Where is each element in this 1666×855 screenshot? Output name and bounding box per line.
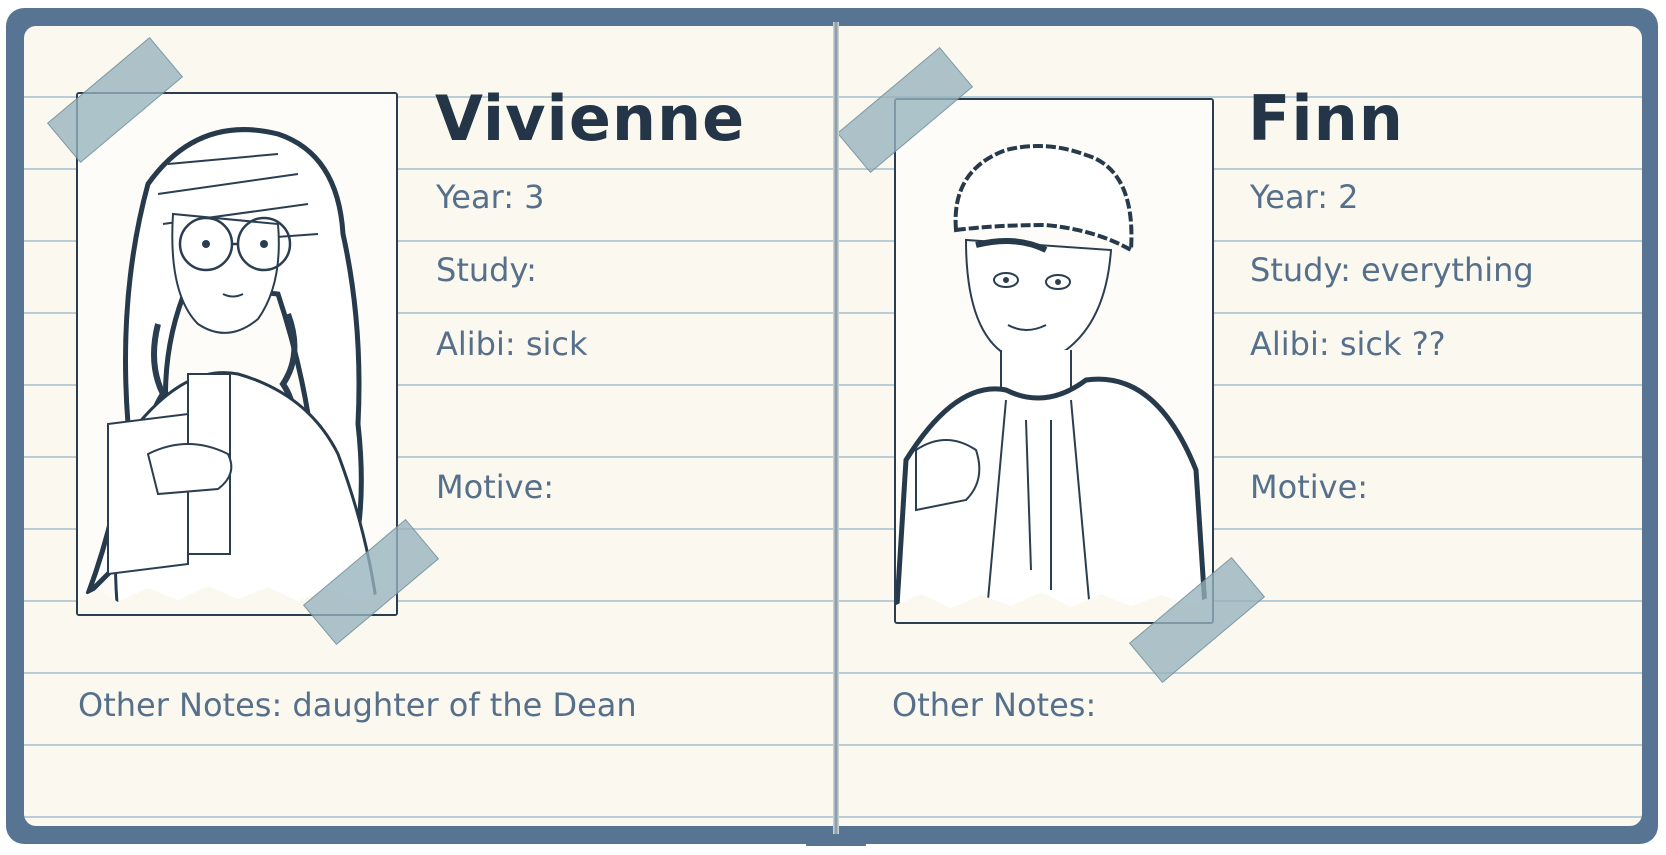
finn-name: Finn <box>1248 82 1404 155</box>
finn-study: Study: everything <box>1250 251 1534 289</box>
finn-year: Year: 2 <box>1250 178 1359 216</box>
finn-other-notes: Other Notes: <box>892 686 1097 724</box>
vivienne-motive: Motive: <box>436 468 555 506</box>
finn-alibi: Alibi: sick ?? <box>1250 325 1446 363</box>
vivienne-portrait[interactable] <box>76 92 398 616</box>
notebook-spine <box>833 22 839 834</box>
vivienne-year: Year: 3 <box>436 178 545 216</box>
finn-motive: Motive: <box>1250 468 1369 506</box>
boy-with-curly-hair-icon <box>896 100 1212 622</box>
finn-portrait[interactable] <box>894 98 1214 624</box>
vivienne-name: Vivienne <box>435 82 746 155</box>
vivienne-alibi: Alibi: sick <box>436 325 588 363</box>
vivienne-study: Study: <box>436 251 537 289</box>
girl-with-glasses-icon <box>78 94 396 614</box>
vivienne-other-notes: Other Notes: daughter of the Dean <box>78 686 637 724</box>
